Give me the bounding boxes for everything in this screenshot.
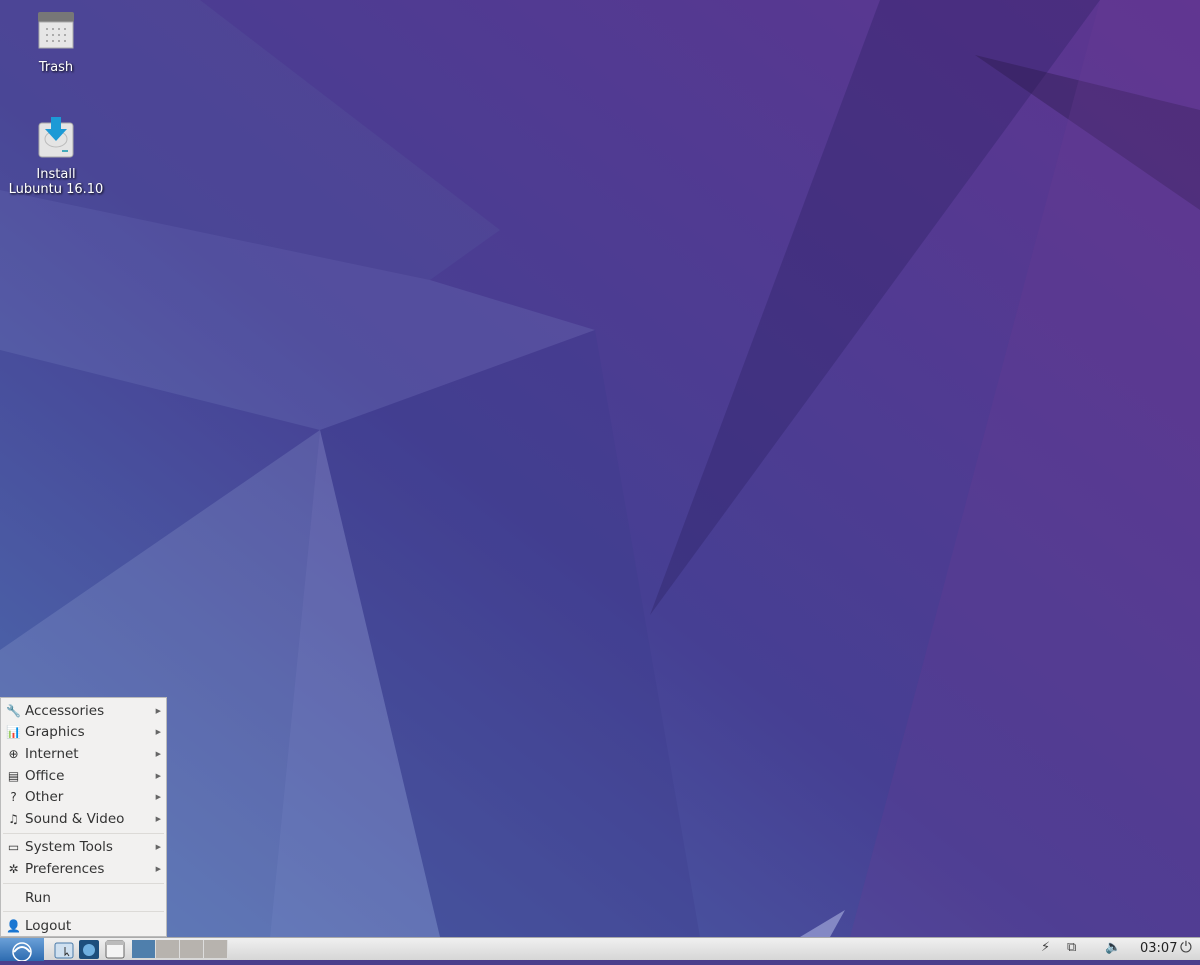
install-icon xyxy=(38,117,74,158)
workspace-1[interactable] xyxy=(132,940,156,958)
menu-item-label: Graphics xyxy=(25,724,85,741)
workspace-3[interactable] xyxy=(180,940,204,958)
logout-icon: 👤 xyxy=(6,919,21,934)
globe-icon: ⊕ xyxy=(8,746,19,761)
show-desktop-icon[interactable] xyxy=(105,940,125,959)
document-icon: ▤ xyxy=(7,768,20,783)
menu-item-run[interactable]: Run xyxy=(1,887,166,909)
menu-item-graphics[interactable]: 📊 Graphics ▶ xyxy=(1,722,166,744)
menu-separator xyxy=(3,911,164,913)
menu-item-system-tools[interactable]: ▭ System Tools ▶ xyxy=(1,837,166,859)
desktop-icon-trash[interactable]: Trash xyxy=(1,10,111,75)
file-manager-icon[interactable] xyxy=(54,940,74,959)
submenu-arrow-icon: ▶ xyxy=(155,843,161,852)
menu-item-label: System Tools xyxy=(25,839,113,856)
menu-item-label: Sound & Video xyxy=(25,810,125,827)
menu-item-label: Accessories xyxy=(25,702,105,719)
lubuntu-logo-icon xyxy=(12,942,32,962)
menu-separator xyxy=(3,882,164,884)
volume-icon[interactable]: 🔈 xyxy=(1105,940,1121,955)
menu-item-label: Other xyxy=(25,789,64,806)
gear-icon: ✲ xyxy=(8,861,19,876)
submenu-arrow-icon: ▶ xyxy=(155,771,161,780)
menu-item-sound-video[interactable]: ♫ Sound & Video ▶ xyxy=(1,808,166,830)
submenu-arrow-icon: ▶ xyxy=(155,728,161,737)
menu-item-accessories[interactable]: 🔧 Accessories ▶ xyxy=(1,700,166,722)
menu-item-label: Logout xyxy=(25,918,72,935)
clock[interactable]: 03:07 xyxy=(1140,941,1177,956)
monitor-icon: ▭ xyxy=(7,840,20,855)
menu-item-label: Run xyxy=(25,889,51,906)
menu-item-logout[interactable]: 👤 Logout xyxy=(1,915,166,937)
trash-icon xyxy=(38,12,74,49)
graphics-icon: 📊 xyxy=(6,725,21,740)
menu-item-other[interactable]: ? Other ▶ xyxy=(1,786,166,808)
menu-item-preferences[interactable]: ✲ Preferences ▶ xyxy=(1,858,166,880)
menu-item-office[interactable]: ▤ Office ▶ xyxy=(1,765,166,787)
submenu-arrow-icon: ▶ xyxy=(155,814,161,823)
submenu-arrow-icon: ▶ xyxy=(155,793,161,802)
shutdown-icon[interactable]: ⏻ xyxy=(1180,938,1192,956)
workspace-4[interactable] xyxy=(204,940,228,958)
multimedia-icon: ♫ xyxy=(8,811,19,826)
desktop-icon-label: Install Lubuntu 16.10 xyxy=(8,167,104,197)
desktop-icon-label: Trash xyxy=(38,60,74,75)
submenu-arrow-icon: ▶ xyxy=(155,706,161,715)
network-icon[interactable]: ⧉ xyxy=(1067,940,1076,955)
question-icon: ? xyxy=(10,790,17,805)
taskbar: ⚡ ⧉ 🔈 03:07 ⏻ xyxy=(0,937,1200,962)
submenu-arrow-icon: ▶ xyxy=(155,749,161,758)
accessories-icon: 🔧 xyxy=(6,703,21,718)
start-menu: 🔧 Accessories ▶ 📊 Graphics ▶ ⊕ Internet ▶ ▤ Off… xyxy=(0,697,167,937)
power-status-icon[interactable]: ⚡ xyxy=(1041,940,1050,955)
menu-item-label: Office xyxy=(25,767,65,784)
menu-separator xyxy=(3,832,164,834)
web-browser-icon[interactable] xyxy=(79,940,99,959)
menu-item-label: Internet xyxy=(25,745,79,762)
menu-item-internet[interactable]: ⊕ Internet ▶ xyxy=(1,743,166,765)
menu-item-label: Preferences xyxy=(25,860,105,877)
submenu-arrow-icon: ▶ xyxy=(155,864,161,873)
start-menu-button[interactable] xyxy=(0,938,44,962)
workspace-2[interactable] xyxy=(156,940,180,958)
desktop-icon-install[interactable]: Install Lubuntu 16.10 xyxy=(1,102,111,212)
desktop-wallpaper xyxy=(0,0,1200,937)
